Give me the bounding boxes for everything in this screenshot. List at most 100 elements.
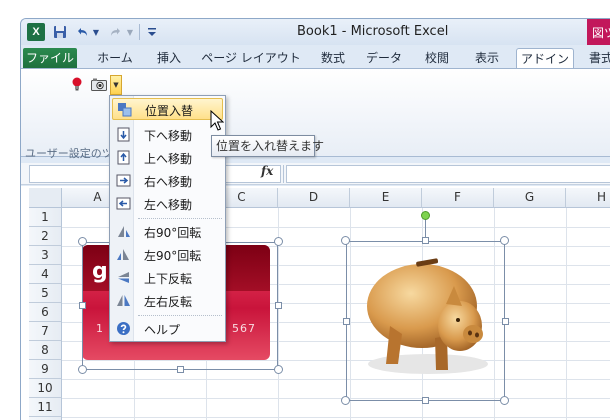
menu-item-label: 右90°回転 <box>144 226 202 240</box>
swap-position-icon <box>118 103 132 117</box>
tab-data[interactable]: データ <box>359 48 409 69</box>
row-header-6[interactable]: 6 <box>29 303 62 322</box>
row-header-7[interactable]: 7 <box>29 322 62 341</box>
tab-review[interactable]: 校閲 <box>415 48 459 69</box>
tab-insert[interactable]: 挿入 <box>147 48 191 69</box>
bulb-icon[interactable] <box>71 77 83 91</box>
move-right-icon <box>116 174 131 187</box>
menu-item-rotate-right[interactable]: 右90°回転 <box>112 221 223 243</box>
column-header-e[interactable]: E <box>350 188 422 208</box>
menu-item-label: 右へ移動 <box>144 175 193 189</box>
menu-separator <box>138 218 222 219</box>
column-header-h[interactable]: H <box>566 188 610 208</box>
flip-vertical-icon <box>118 272 129 283</box>
camera-icon[interactable] <box>91 78 107 91</box>
move-left-icon <box>116 197 131 210</box>
rotation-handle[interactable] <box>421 211 430 220</box>
select-all-corner[interactable] <box>29 188 62 208</box>
tab-home[interactable]: ホーム <box>87 48 143 69</box>
menu-item-move-right[interactable]: 右へ移動 <box>112 170 223 192</box>
resize-handle[interactable] <box>341 396 350 405</box>
row-header-1[interactable]: 1 <box>29 208 62 227</box>
tab-page-layout[interactable]: ページ レイアウト <box>197 48 305 69</box>
menu-item-label: 上下反転 <box>144 272 193 286</box>
mouse-cursor-icon <box>210 110 224 131</box>
window-title: Book1 - Microsoft Excel <box>297 24 449 39</box>
resize-handle[interactable] <box>79 302 86 309</box>
fx-icon[interactable]: fx <box>261 164 273 178</box>
menu-item-flip-vertical[interactable]: 上下反転 <box>112 267 223 289</box>
move-up-icon <box>117 150 130 165</box>
rotate-left-icon <box>117 249 129 260</box>
tab-file[interactable]: ファイル <box>23 48 77 69</box>
resize-handle[interactable] <box>422 397 429 404</box>
menu-item-label: 左90°回転 <box>144 249 202 263</box>
excel-app-icon[interactable]: X <box>27 23 45 41</box>
menu-item-swap-position[interactable]: 位置入替 <box>112 98 223 120</box>
column-header-d[interactable]: D <box>278 188 350 208</box>
redo-icon <box>107 23 125 41</box>
menu-item-label: 左へ移動 <box>144 198 193 212</box>
resize-handle[interactable] <box>78 365 87 374</box>
resize-handle[interactable] <box>422 237 429 244</box>
row-header-4[interactable]: 4 <box>29 265 62 284</box>
column-header-f[interactable]: F <box>422 188 494 208</box>
grid-line <box>62 379 610 380</box>
menu-item-rotate-left[interactable]: 左90°回転 <box>112 244 223 266</box>
resize-handle[interactable] <box>78 237 87 246</box>
move-down-icon <box>117 127 130 142</box>
row-header-9[interactable]: 9 <box>29 360 62 379</box>
grid-line <box>62 417 610 418</box>
menu-item-move-left[interactable]: 左へ移動 <box>112 193 223 215</box>
resize-handle[interactable] <box>343 318 350 325</box>
qat-separator <box>139 24 140 40</box>
column-header-g[interactable]: G <box>494 188 566 208</box>
menu-item-label: 上へ移動 <box>144 152 193 166</box>
excel-app-letter: X <box>32 26 40 38</box>
resize-handle[interactable] <box>274 365 283 374</box>
tab-view[interactable]: 表示 <box>465 48 509 69</box>
customize-qat-icon[interactable] <box>143 23 161 41</box>
row-header-3[interactable]: 3 <box>29 246 62 265</box>
menu-item-move-up[interactable]: 上へ移動 <box>112 147 223 169</box>
tab-formulas[interactable]: 数式 <box>311 48 355 69</box>
grid-line <box>62 398 610 399</box>
menu-item-move-down[interactable]: 下へ移動 <box>112 124 223 146</box>
formula-input[interactable] <box>286 165 610 183</box>
dropdown-menu: 位置入替 下へ移動 上へ移動 右へ移動 左へ移動 右90°回転 左90°回転 上… <box>109 95 226 342</box>
resize-handle[interactable] <box>500 396 509 405</box>
menu-separator <box>138 315 222 316</box>
grid-line <box>566 208 567 420</box>
row-header-8[interactable]: 8 <box>29 341 62 360</box>
resize-handle[interactable] <box>500 236 509 245</box>
row-header-11[interactable]: 11 <box>29 398 62 417</box>
piggy-bank-picture[interactable] <box>350 246 505 386</box>
menu-item-flip-horizontal[interactable]: 左右反転 <box>112 290 223 312</box>
menu-item-label: 左右反転 <box>144 295 193 309</box>
resize-handle[interactable] <box>177 366 184 373</box>
row-header-5[interactable]: 5 <box>29 284 62 303</box>
resize-handle[interactable] <box>275 302 282 309</box>
flip-horizontal-icon <box>117 295 130 306</box>
row-header-2[interactable]: 2 <box>29 227 62 246</box>
tooltip: 位置を入れ替えます <box>211 135 324 157</box>
save-icon[interactable] <box>51 23 69 41</box>
ribbon-tabs: ファイル ホーム 挿入 ページ レイアウト 数式 データ 校閲 表示 アドイン … <box>21 45 610 70</box>
undo-icon[interactable] <box>73 23 91 41</box>
dropdown-arrow-icon[interactable]: ▼ <box>110 75 122 95</box>
resize-handle[interactable] <box>341 236 350 245</box>
title-bar: X ▼ ▼ Book1 - Microsoft Excel 図ツ <box>21 19 610 45</box>
resize-handle[interactable] <box>274 237 283 246</box>
ribbon-group-label: ユーザー設定のツ <box>25 147 113 160</box>
tab-format[interactable]: 書式 <box>581 48 610 69</box>
tab-addins[interactable]: アドイン <box>516 48 574 70</box>
contextual-tab-header[interactable]: 図ツ <box>587 19 610 45</box>
formula-separator <box>283 165 284 183</box>
row-header-10[interactable]: 10 <box>29 379 62 398</box>
menu-item-help[interactable]: ヘルプ <box>112 318 223 340</box>
menu-item-label: ヘルプ <box>144 323 181 337</box>
menu-item-label: 位置入替 <box>145 104 194 118</box>
undo-dropdown-icon[interactable]: ▼ <box>91 23 101 41</box>
menu-item-label: 下へ移動 <box>144 129 193 143</box>
rotate-right-icon <box>118 226 130 237</box>
